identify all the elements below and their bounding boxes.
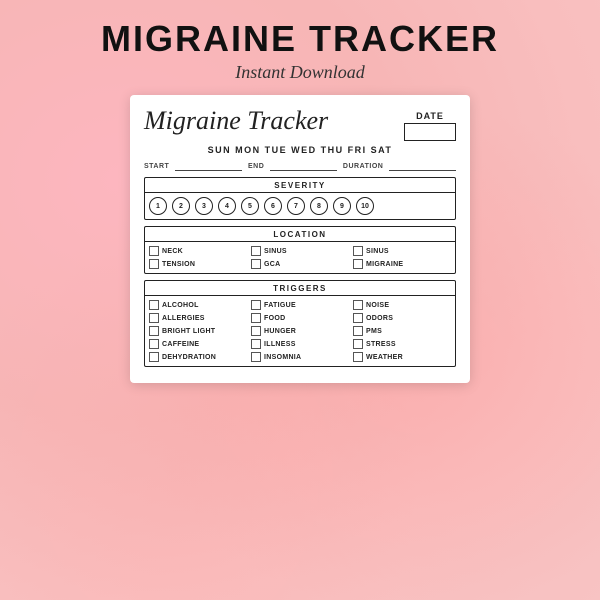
header-area: MIGRAINE TRACKER Instant Download (0, 0, 600, 83)
trigger-checkbox-6[interactable] (149, 326, 159, 336)
triggers-title: TRIGGERS (145, 281, 455, 296)
trigger-item-6: BRIGHT LIGHT (149, 326, 247, 336)
location-label-4: GCA (264, 261, 280, 268)
date-field[interactable] (404, 123, 456, 141)
severity-circle-5[interactable]: 5 (241, 197, 259, 215)
trigger-item-7: HUNGER (251, 326, 349, 336)
location-grid: NECK SINUS SINUS TENSION GCA MIGRAINE (145, 242, 455, 273)
location-item-0: NECK (149, 246, 247, 256)
severity-title: SEVERITY (145, 178, 455, 193)
trigger-item-2: NOISE (353, 300, 451, 310)
trigger-label-1: FATIGUE (264, 302, 296, 309)
start-end-row: START END DURATION (144, 161, 456, 171)
trigger-item-12: DEHYDRATION (149, 352, 247, 362)
severity-circle-8[interactable]: 8 (310, 197, 328, 215)
trigger-label-14: WEATHER (366, 354, 403, 361)
subtitle: Instant Download (0, 62, 600, 83)
severity-circle-3[interactable]: 3 (195, 197, 213, 215)
date-label: DATE (404, 111, 456, 121)
location-label-5: MIGRAINE (366, 261, 403, 268)
severity-circle-7[interactable]: 7 (287, 197, 305, 215)
trigger-checkbox-4[interactable] (251, 313, 261, 323)
trigger-label-2: NOISE (366, 302, 389, 309)
location-label-1: SINUS (264, 248, 287, 255)
trigger-label-10: ILLNESS (264, 341, 296, 348)
location-item-1: SINUS (251, 246, 349, 256)
start-label: START (144, 163, 169, 170)
severity-circle-10[interactable]: 10 (356, 197, 374, 215)
trigger-checkbox-5[interactable] (353, 313, 363, 323)
trigger-label-13: INSOMNIA (264, 354, 301, 361)
trigger-checkbox-13[interactable] (251, 352, 261, 362)
location-title: LOCATION (145, 227, 455, 242)
trigger-checkbox-10[interactable] (251, 339, 261, 349)
trigger-label-4: FOOD (264, 315, 285, 322)
trigger-checkbox-7[interactable] (251, 326, 261, 336)
trigger-checkbox-11[interactable] (353, 339, 363, 349)
trigger-checkbox-9[interactable] (149, 339, 159, 349)
trigger-item-11: STRESS (353, 339, 451, 349)
trigger-checkbox-0[interactable] (149, 300, 159, 310)
location-checkbox-3[interactable] (149, 259, 159, 269)
trigger-checkbox-14[interactable] (353, 352, 363, 362)
duration-field[interactable] (389, 161, 456, 171)
trigger-item-10: ILLNESS (251, 339, 349, 349)
trigger-checkbox-3[interactable] (149, 313, 159, 323)
location-item-3: TENSION (149, 259, 247, 269)
location-label-0: NECK (162, 248, 183, 255)
trigger-checkbox-12[interactable] (149, 352, 159, 362)
start-field[interactable] (175, 161, 242, 171)
location-checkbox-5[interactable] (353, 259, 363, 269)
end-label: END (248, 163, 264, 170)
script-title: Migraine Tracker (144, 107, 328, 136)
location-checkbox-2[interactable] (353, 246, 363, 256)
triggers-grid: ALCOHOL FATIGUE NOISE ALLERGIES FOOD ODO… (145, 296, 455, 366)
location-checkbox-0[interactable] (149, 246, 159, 256)
trigger-item-9: CAFFEINE (149, 339, 247, 349)
paper-card: Migraine Tracker DATE SUN MON TUE WED TH… (130, 95, 470, 383)
severity-circle-1[interactable]: 1 (149, 197, 167, 215)
location-label-3: TENSION (162, 261, 195, 268)
location-item-5: MIGRAINE (353, 259, 451, 269)
trigger-label-12: DEHYDRATION (162, 354, 216, 361)
severity-circle-2[interactable]: 2 (172, 197, 190, 215)
trigger-item-13: INSOMNIA (251, 352, 349, 362)
trigger-checkbox-2[interactable] (353, 300, 363, 310)
severity-circle-6[interactable]: 6 (264, 197, 282, 215)
location-label-2: SINUS (366, 248, 389, 255)
trigger-item-4: FOOD (251, 313, 349, 323)
main-title: MIGRAINE TRACKER (0, 18, 600, 60)
trigger-item-14: WEATHER (353, 352, 451, 362)
severity-row: 123456789 10 (145, 193, 455, 219)
trigger-label-6: BRIGHT LIGHT (162, 328, 215, 335)
location-item-4: GCA (251, 259, 349, 269)
days-row: SUN MON TUE WED THU FRI SAT (144, 145, 456, 155)
trigger-item-0: ALCOHOL (149, 300, 247, 310)
duration-label: DURATION (343, 163, 383, 170)
trigger-label-8: PMS (366, 328, 382, 335)
severity-section: SEVERITY 123456789 10 (144, 177, 456, 220)
location-checkbox-4[interactable] (251, 259, 261, 269)
end-field[interactable] (270, 161, 337, 171)
paper-header: Migraine Tracker DATE (144, 107, 456, 141)
location-checkbox-1[interactable] (251, 246, 261, 256)
trigger-item-3: ALLERGIES (149, 313, 247, 323)
trigger-item-8: PMS (353, 326, 451, 336)
location-section: LOCATION NECK SINUS SINUS TENSION GCA MI… (144, 226, 456, 274)
severity-circle-9[interactable]: 9 (333, 197, 351, 215)
trigger-label-0: ALCOHOL (162, 302, 199, 309)
trigger-label-3: ALLERGIES (162, 315, 205, 322)
trigger-label-7: HUNGER (264, 328, 296, 335)
trigger-label-5: ODORS (366, 315, 393, 322)
trigger-label-9: CAFFEINE (162, 341, 199, 348)
trigger-item-5: ODORS (353, 313, 451, 323)
trigger-checkbox-8[interactable] (353, 326, 363, 336)
date-box: DATE (404, 111, 456, 141)
trigger-label-11: STRESS (366, 341, 396, 348)
severity-circle-4[interactable]: 4 (218, 197, 236, 215)
location-item-2: SINUS (353, 246, 451, 256)
triggers-section: TRIGGERS ALCOHOL FATIGUE NOISE ALLERGIES… (144, 280, 456, 367)
trigger-checkbox-1[interactable] (251, 300, 261, 310)
trigger-item-1: FATIGUE (251, 300, 349, 310)
